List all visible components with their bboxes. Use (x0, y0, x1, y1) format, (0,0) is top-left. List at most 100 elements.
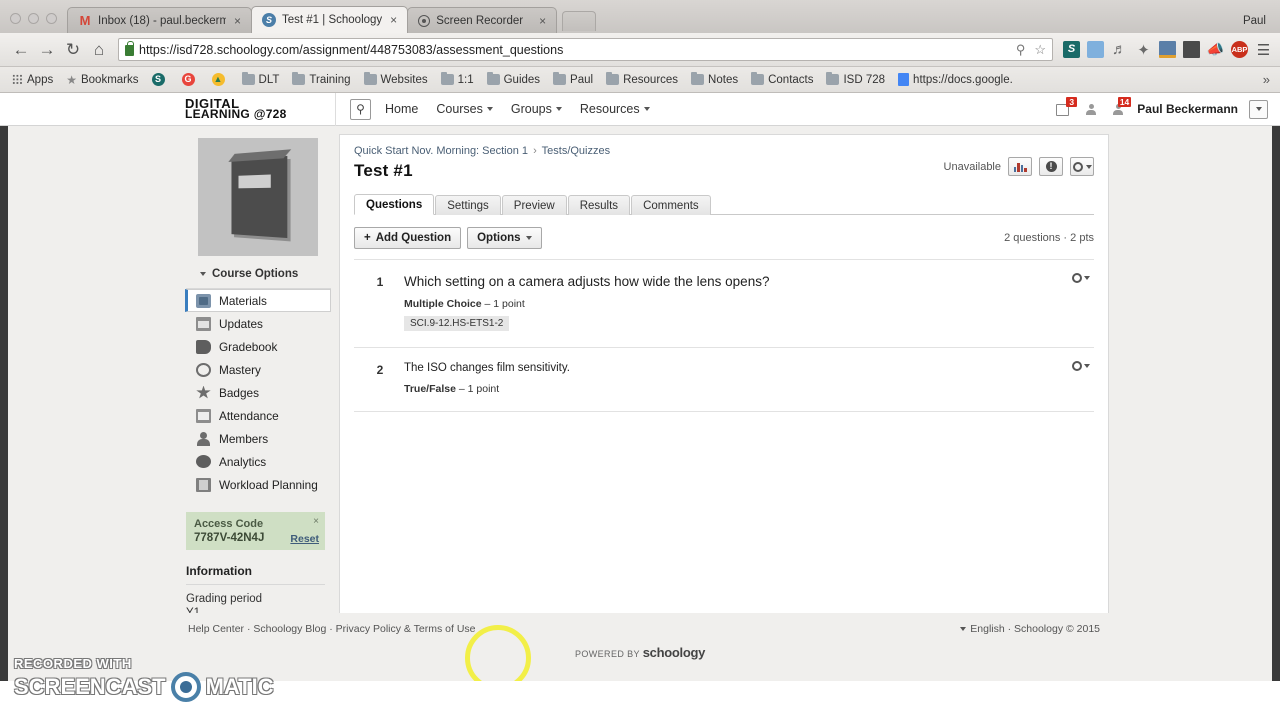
evernote-icon[interactable]: S (1063, 41, 1080, 58)
nav-link-label: Home (385, 102, 419, 116)
requests-icon[interactable]: 14 (1110, 97, 1132, 117)
options-button[interactable]: Options (467, 227, 542, 249)
course-thumbnail[interactable] (198, 138, 318, 256)
bookmark-docs-google[interactable]: https://docs.google. (892, 71, 1019, 88)
bookmark-paul[interactable]: Paul (547, 71, 599, 88)
question-actions-menu[interactable] (1072, 273, 1090, 283)
course-options-toggle[interactable]: Course Options (186, 256, 331, 288)
bookmark-drive[interactable]: ▲ (206, 71, 235, 88)
bookmark-label: Notes (708, 73, 739, 86)
close-icon[interactable]: × (388, 13, 399, 27)
reload-icon[interactable]: ↻ (60, 38, 86, 62)
nav-link-home[interactable]: Home (385, 102, 418, 116)
bookmark-notes[interactable]: Notes (685, 71, 744, 88)
messages-icon[interactable]: 3 (1056, 97, 1078, 117)
close-icon[interactable]: × (537, 14, 548, 28)
sidebar-item-gradebook[interactable]: Gradebook (186, 335, 331, 358)
bookmark-guides[interactable]: Guides (481, 71, 546, 88)
zoom-search-icon[interactable]: ⚲ (1014, 42, 1028, 58)
watermark-line-2: SCREENCAST MATIC (14, 672, 274, 702)
bookmark-websites[interactable]: Websites (358, 71, 434, 88)
browser-tab-inbox[interactable]: M Inbox (18) - paul.beckerma × (67, 7, 252, 33)
back-icon[interactable]: ← (8, 38, 34, 62)
tab-preview[interactable]: Preview (501, 195, 567, 215)
window-maximize-button[interactable] (46, 13, 57, 24)
gear-icon[interactable] (1070, 157, 1094, 176)
tab-label: Results (579, 200, 619, 212)
chrome-menu-icon[interactable]: ☰ (1255, 41, 1272, 59)
bookmark-isd-728[interactable]: ISD 728 (820, 71, 891, 88)
folder-icon (751, 71, 765, 85)
bookmark-contacts[interactable]: Contacts (745, 71, 819, 88)
sidebar-item-members[interactable]: Members (186, 427, 331, 450)
sidebar-item-attendance[interactable]: Attendance (186, 404, 331, 427)
table-row[interactable]: 2 The ISO changes film sensitivity. True… (354, 348, 1094, 412)
chevron-down-icon (643, 107, 650, 111)
address-bar[interactable]: https://isd728.schoology.com/assignment/… (118, 38, 1053, 61)
sidebar-item-badges[interactable]: Badges (186, 381, 331, 404)
nav-link-courses[interactable]: Courses (436, 102, 493, 116)
bookmark-resources[interactable]: Resources (600, 71, 684, 88)
footer-language[interactable]: English · Schoology © 2015 (960, 623, 1100, 635)
bookmark-apps[interactable]: Apps (6, 72, 59, 88)
user-menu-button[interactable] (1249, 99, 1268, 119)
chrome-profile-button[interactable]: Paul (1235, 13, 1274, 29)
window-close-button[interactable] (10, 13, 21, 24)
question-actions-menu[interactable] (1072, 361, 1090, 371)
bookmark-one-to-one[interactable]: 1:1 (435, 71, 480, 88)
gear-icon (1072, 273, 1082, 283)
add-question-button[interactable]: + Add Question (354, 227, 462, 249)
tab-settings[interactable]: Settings (435, 195, 501, 215)
window-icon[interactable] (1159, 41, 1176, 58)
close-icon[interactable]: × (313, 516, 319, 527)
tab-comments[interactable]: Comments (631, 195, 711, 215)
sidebar-item-workload-planning[interactable]: Workload Planning (186, 473, 331, 496)
sidebar-item-label: Members (219, 431, 269, 446)
folder-icon (440, 71, 454, 85)
bookmark-bookmarks[interactable]: ★ Bookmarks (60, 71, 144, 89)
browser-tab-schoology[interactable]: S Test #1 | Schoology × (251, 6, 409, 33)
bookmark-dlt[interactable]: DLT (236, 71, 286, 88)
adblock-icon[interactable]: ABP (1231, 41, 1248, 58)
eyedropper-icon[interactable]: ✦ (1135, 41, 1152, 59)
footer-links[interactable]: Help Center · Schoology Blog · Privacy P… (188, 623, 476, 635)
options-label: Options (477, 232, 521, 244)
window-controls[interactable] (8, 13, 67, 33)
tab-results[interactable]: Results (567, 195, 631, 215)
browser-tab-screen-recorder[interactable]: Screen Recorder × (407, 7, 558, 33)
search-icon[interactable]: ⚲ (350, 98, 371, 120)
user-name[interactable]: Paul Beckermann (1137, 102, 1238, 116)
blue-page-icon[interactable] (1087, 41, 1104, 58)
site-logo[interactable]: DIGITAL LEARNING @728 (185, 97, 335, 120)
forward-icon[interactable]: → (34, 38, 60, 62)
sidebar-item-analytics[interactable]: Analytics (186, 450, 331, 473)
sidebar-item-updates[interactable]: Updates (186, 312, 331, 335)
access-code-reset-link[interactable]: Reset (290, 533, 319, 545)
bookmark-label: https://docs.google. (913, 73, 1013, 86)
table-row[interactable]: 1 Which setting on a camera adjusts how … (354, 260, 1094, 348)
bookmark-training[interactable]: Training (286, 71, 356, 88)
megaphone-icon[interactable]: 📣 (1207, 41, 1224, 58)
nav-link-resources[interactable]: Resources (580, 102, 650, 116)
bookmark-star-icon[interactable]: ☆ (1032, 42, 1048, 58)
speaker-icon[interactable]: ♬ (1111, 41, 1128, 58)
nav-link-groups[interactable]: Groups (511, 102, 562, 116)
sidebar-item-mastery[interactable]: Mastery (186, 358, 331, 381)
new-tab-button[interactable] (562, 11, 597, 31)
server-icon[interactable] (1183, 41, 1200, 58)
info-icon[interactable]: ! (1039, 157, 1063, 176)
home-icon[interactable]: ⌂ (86, 38, 112, 62)
folder-icon (241, 71, 255, 85)
sidebar-item-materials[interactable]: Materials (185, 289, 331, 312)
breadcrumb-section[interactable]: Tests/Quizzes (542, 145, 610, 157)
bookmark-google[interactable]: G (176, 71, 205, 88)
bookmarks-overflow-icon[interactable]: » (1263, 72, 1274, 87)
bookmark-skype[interactable]: S (146, 71, 175, 88)
tab-questions[interactable]: Questions (354, 194, 435, 215)
window-minimize-button[interactable] (28, 13, 39, 24)
browser-tab-title: Screen Recorder (436, 14, 524, 27)
close-icon[interactable]: × (232, 14, 243, 28)
connections-icon[interactable] (1083, 101, 1099, 117)
breadcrumb-course[interactable]: Quick Start Nov. Morning: Section 1 (354, 145, 528, 157)
stats-icon[interactable] (1008, 157, 1032, 176)
